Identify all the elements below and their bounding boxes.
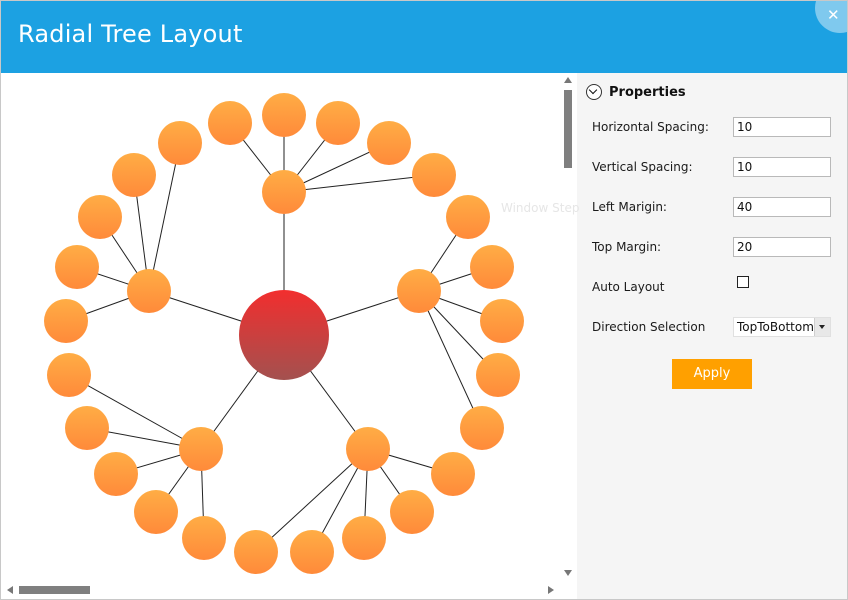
diagram-canvas[interactable] [1, 73, 559, 575]
watermark-text: Window Step [501, 201, 580, 215]
close-button[interactable]: ✕ [815, 1, 847, 33]
tree-node-bottom-left-leaf-5[interactable] [47, 353, 91, 397]
tree-node-top-leaf-5[interactable] [412, 153, 456, 197]
top-margin-label: Top Margin: [592, 240, 662, 254]
dropdown-arrow-icon[interactable] [814, 318, 830, 336]
tree-node-top-leaf-4[interactable] [367, 121, 411, 165]
tree-node-left-hub[interactable] [127, 269, 171, 313]
left-margin-label: Left Marigin: [592, 200, 667, 214]
top-margin-field[interactable] [733, 237, 831, 257]
tree-node-right-leaf-3[interactable] [480, 299, 524, 343]
horizontal-spacing-field[interactable] [733, 117, 831, 137]
tree-node-top-hub[interactable] [262, 170, 306, 214]
tree-node-top-leaf-3[interactable] [316, 101, 360, 145]
properties-header[interactable]: Properties [586, 82, 686, 102]
tree-node-bottom-right-leaf-5[interactable] [234, 530, 278, 574]
properties-title: Properties [609, 84, 686, 100]
radial-tree-diagram [44, 93, 524, 574]
tree-node-right-hub[interactable] [397, 269, 441, 313]
vertical-spacing-label: Vertical Spacing: [592, 160, 693, 174]
scroll-right-icon[interactable] [548, 586, 554, 594]
chevron-down-icon[interactable] [586, 84, 602, 100]
tree-node-right-leaf-2[interactable] [470, 245, 514, 289]
tree-node-left-leaf-1[interactable] [44, 299, 88, 343]
tree-node-right-leaf-1[interactable] [446, 195, 490, 239]
direction-selection-label: Direction Selection [592, 320, 706, 334]
scroll-left-icon[interactable] [7, 586, 13, 594]
title-bar: Radial Tree Layout ✕ [1, 1, 847, 73]
tree-node-bottom-left-leaf-2[interactable] [134, 490, 178, 534]
edge-top-leaf-5 [283, 174, 435, 193]
tree-root-node[interactable] [239, 290, 329, 380]
left-margin-field[interactable] [733, 197, 831, 217]
close-icon: ✕ [827, 6, 840, 24]
window-title: Radial Tree Layout [18, 20, 243, 48]
vertical-scrollbar[interactable] [559, 73, 577, 581]
tree-node-right-leaf-4[interactable] [476, 353, 520, 397]
edge-right-leaf-5 [418, 290, 483, 429]
tree-node-bottom-left-leaf-3[interactable] [94, 452, 138, 496]
tree-node-left-leaf-3[interactable] [78, 195, 122, 239]
tree-node-bottom-left-leaf-4[interactable] [65, 406, 109, 450]
app-window: Radial Tree Layout ✕ Properties Horizont… [0, 0, 848, 600]
horizontal-scroll-thumb[interactable] [19, 586, 90, 594]
horizontal-spacing-label: Horizontal Spacing: [592, 120, 709, 134]
tree-node-top-leaf-2[interactable] [262, 93, 306, 137]
scroll-up-icon[interactable] [564, 77, 572, 83]
direction-select[interactable]: TopToBottom [733, 317, 831, 337]
tree-node-left-leaf-4[interactable] [112, 153, 156, 197]
properties-panel: Properties Horizontal Spacing: Vertical … [577, 73, 847, 599]
tree-node-bottom-right-leaf-4[interactable] [290, 530, 334, 574]
tree-node-bottom-right-leaf-2[interactable] [390, 490, 434, 534]
tree-node-bottom-right-leaf-1[interactable] [431, 452, 475, 496]
auto-layout-checkbox[interactable] [737, 276, 749, 288]
direction-select-value: TopToBottom [737, 320, 814, 334]
tree-node-right-leaf-5[interactable] [460, 406, 504, 450]
apply-button[interactable]: Apply [672, 359, 752, 389]
auto-layout-label: Auto Layout [592, 280, 665, 294]
tree-node-bottom-right-hub[interactable] [346, 427, 390, 471]
tree-node-bottom-left-hub[interactable] [179, 427, 223, 471]
tree-node-bottom-right-leaf-3[interactable] [342, 516, 386, 560]
tree-node-left-leaf-5[interactable] [158, 121, 202, 165]
horizontal-scrollbar[interactable] [1, 581, 559, 599]
vertical-spacing-field[interactable] [733, 157, 831, 177]
vertical-scroll-thumb[interactable] [564, 90, 572, 168]
tree-node-left-leaf-2[interactable] [55, 245, 99, 289]
tree-node-bottom-left-leaf-1[interactable] [182, 516, 226, 560]
scroll-down-icon[interactable] [564, 570, 572, 576]
tree-node-top-leaf-1[interactable] [208, 101, 252, 145]
